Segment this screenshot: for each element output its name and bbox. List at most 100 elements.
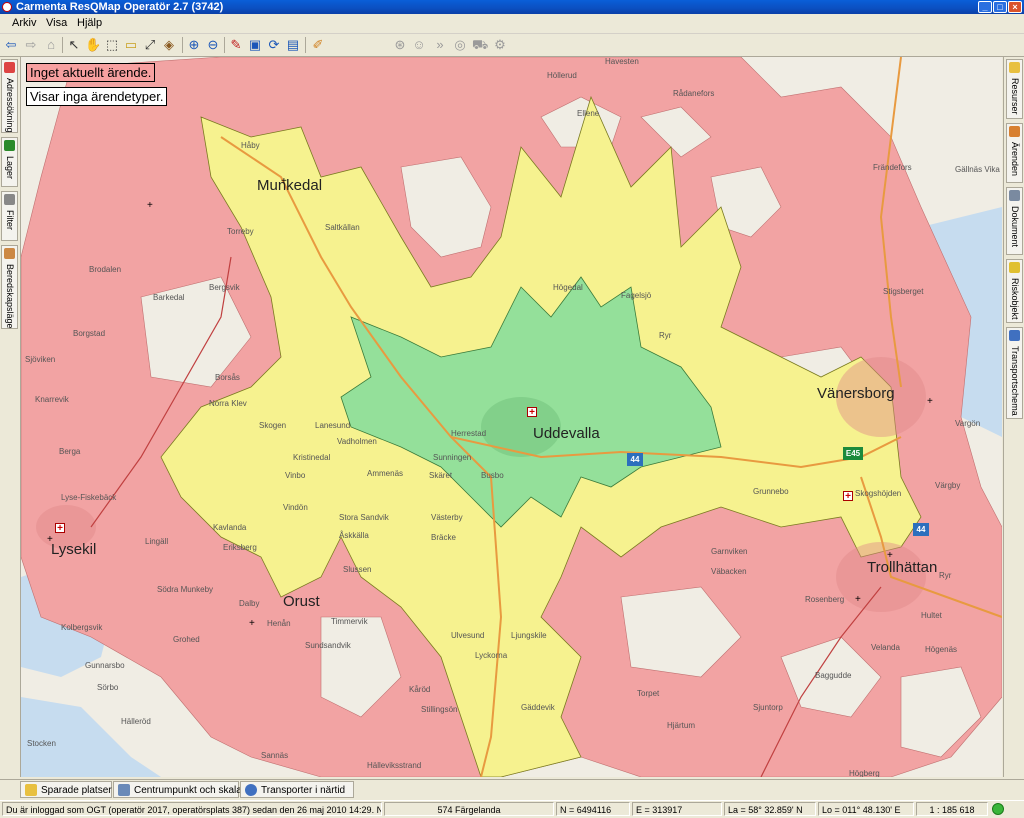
map-view-icon[interactable]: ▣ xyxy=(247,37,263,53)
tab-transportschema[interactable]: Transportschema xyxy=(1006,327,1023,419)
tab-filter[interactable]: Filter xyxy=(1,191,18,241)
place-ljungskile: Ljungskile xyxy=(511,631,547,640)
tab-centrumpunkt-och-skala[interactable]: Centrumpunkt och skala xyxy=(113,781,242,798)
warning-icon xyxy=(1009,262,1020,273)
place-haby: Håby xyxy=(241,141,260,150)
place-vadholmen: Vadholmen xyxy=(337,437,377,446)
place-lingall: Lingäll xyxy=(145,537,169,546)
status-latitude: La = 58° 32.859' N xyxy=(724,802,816,816)
place-karod: Kåröd xyxy=(409,685,431,694)
place-kolbergs: Kolbergsvik xyxy=(61,623,103,632)
station-marker-icon[interactable]: + xyxy=(887,551,893,561)
station-marker-icon[interactable]: + xyxy=(855,595,861,605)
station-marker-icon[interactable]: + xyxy=(927,397,933,407)
station-marker-icon[interactable]: + xyxy=(147,201,153,211)
place-eriksberg: Eriksberg xyxy=(223,543,257,552)
chain-icon[interactable]: » xyxy=(432,37,448,53)
status-longitude: Lo = 011° 48.130' E xyxy=(818,802,914,816)
eraser-icon[interactable]: ✐ xyxy=(310,37,326,53)
place-dalby: Dalby xyxy=(239,599,260,608)
place-herrestad: Herrestad xyxy=(451,429,487,438)
place-fagelsjo: Fagelsjö xyxy=(621,291,652,300)
place-vinbo: Vinbo xyxy=(285,471,306,480)
place-brodalen: Brodalen xyxy=(89,265,122,274)
tab-lager[interactable]: Lager xyxy=(1,137,18,187)
station-marker-icon[interactable]: + xyxy=(249,619,255,629)
measure-ruler-icon[interactable]: ▭ xyxy=(123,37,139,53)
place-ryr2: Ryr xyxy=(939,571,952,580)
cases-icon xyxy=(1009,126,1020,137)
place-hjartum: Hjärtum xyxy=(667,721,696,730)
person-icon[interactable]: ☺ xyxy=(411,37,427,53)
city-trollhattan[interactable]: Trollhättan xyxy=(867,559,937,576)
menu-visa[interactable]: Visa xyxy=(46,17,67,29)
sound-icon[interactable]: ◎ xyxy=(452,37,468,53)
map-refresh-icon[interactable]: ⟳ xyxy=(266,37,282,53)
select-object-icon[interactable]: ◈ xyxy=(161,37,177,53)
zoom-rect-icon[interactable]: ⬚ xyxy=(104,37,120,53)
minimize-button[interactable]: _ xyxy=(978,1,992,13)
menu-arkiv[interactable]: Arkiv xyxy=(12,17,36,29)
place-rosenberg: Rosenberg xyxy=(805,595,845,604)
title-bar: Carmenta ResQMap Operatör 2.7 (3742) _ □… xyxy=(0,0,1024,14)
place-skogshojden: Skogshöjden xyxy=(855,489,902,498)
place-slussen: Slussen xyxy=(343,565,372,574)
scale-icon[interactable]: ⤢ xyxy=(142,37,158,53)
place-saltkallan: Saltkällan xyxy=(325,223,360,232)
pointer-icon[interactable]: ↖ xyxy=(66,37,82,53)
city-orust[interactable]: Orust xyxy=(283,593,320,610)
map-layers-icon[interactable]: ▤ xyxy=(285,37,301,53)
place-radanefors: Rådanefors xyxy=(673,89,715,98)
pan-hand-icon[interactable]: ✋ xyxy=(85,37,101,53)
app-icon xyxy=(2,2,12,12)
window-title: Carmenta ResQMap Operatör 2.7 (3742) xyxy=(16,1,224,13)
station-marker-icon[interactable]: + xyxy=(47,535,53,545)
place-havesten: Havesten xyxy=(605,57,639,66)
layers-icon xyxy=(4,140,15,151)
place-norra-klev: Norra Klev xyxy=(209,399,247,408)
place-torreby: Torreby xyxy=(227,227,254,236)
tab-adressokning[interactable]: Adressökning xyxy=(1,59,18,133)
tab-transporter-i-nartid[interactable]: Transporter i närtid xyxy=(240,781,354,798)
place-grohed: Grohed xyxy=(173,635,200,644)
back-arrow-icon[interactable]: ⇦ xyxy=(3,37,19,53)
city-vanersborg[interactable]: Vänersborg xyxy=(817,385,895,402)
station-marker-icon[interactable]: + xyxy=(281,177,287,187)
place-halleviksstrand: Hälleviksstrand xyxy=(367,761,422,770)
place-berga: Berga xyxy=(59,447,81,456)
zoom-out-icon[interactable]: ⊖ xyxy=(205,37,221,53)
place-stocken: Stocken xyxy=(27,739,56,748)
hospital-lysekil-icon[interactable]: + xyxy=(55,523,65,534)
place-torpet: Torpet xyxy=(637,689,660,698)
zoom-in-icon[interactable]: ⊕ xyxy=(186,37,202,53)
close-button[interactable]: × xyxy=(1008,1,1022,13)
city-munkedal[interactable]: Munkedal xyxy=(257,177,322,194)
tab-riskobjekt[interactable]: Riskobjekt xyxy=(1006,259,1023,323)
no-active-case-message: Inget aktuellt ärende. xyxy=(26,63,156,82)
city-lysekil[interactable]: Lysekil xyxy=(51,541,96,558)
map-canvas[interactable]: Inget aktuellt ärende. Visar inga ärende… xyxy=(21,57,1002,777)
status-scale: 1 : 185 618 xyxy=(916,802,988,816)
tab-resurser[interactable]: Resurser xyxy=(1006,59,1023,119)
left-tab-strip: Adressökning Lager Filter Beredskapsläge xyxy=(0,57,21,777)
center-scale-icon xyxy=(118,784,130,796)
tab-sparade-platser[interactable]: Sparade platser xyxy=(20,781,112,798)
hospital-vanersborg-icon[interactable]: + xyxy=(843,491,853,502)
menu-hjalp[interactable]: Hjälp xyxy=(77,17,102,29)
saved-places-icon xyxy=(25,784,37,796)
tab-dokument[interactable]: Dokument xyxy=(1006,187,1023,255)
forward-arrow-icon[interactable]: ⇨ xyxy=(23,37,39,53)
settings-icon[interactable]: ⚙ xyxy=(492,37,508,53)
tab-beredskapslage[interactable]: Beredskapsläge xyxy=(1,245,18,329)
bottom-tab-strip: Sparade platser Centrumpunkt och skala T… xyxy=(0,779,1024,800)
draw-pencil-icon[interactable]: ✎ xyxy=(228,37,244,53)
city-uddevalla[interactable]: Uddevalla xyxy=(533,425,600,442)
vehicle-icon[interactable]: ⛟ xyxy=(472,37,488,53)
home-icon[interactable]: ⌂ xyxy=(43,37,59,53)
hospital-uddevalla-icon[interactable]: + xyxy=(527,407,537,418)
maximize-button[interactable]: □ xyxy=(993,1,1007,13)
place-garnviken: Garnviken xyxy=(711,547,748,556)
gps-target-icon[interactable]: ⊛ xyxy=(392,37,408,53)
place-stora-sandvik: Stora Sandvik xyxy=(339,513,389,522)
tab-arenden[interactable]: Ärenden xyxy=(1006,123,1023,183)
